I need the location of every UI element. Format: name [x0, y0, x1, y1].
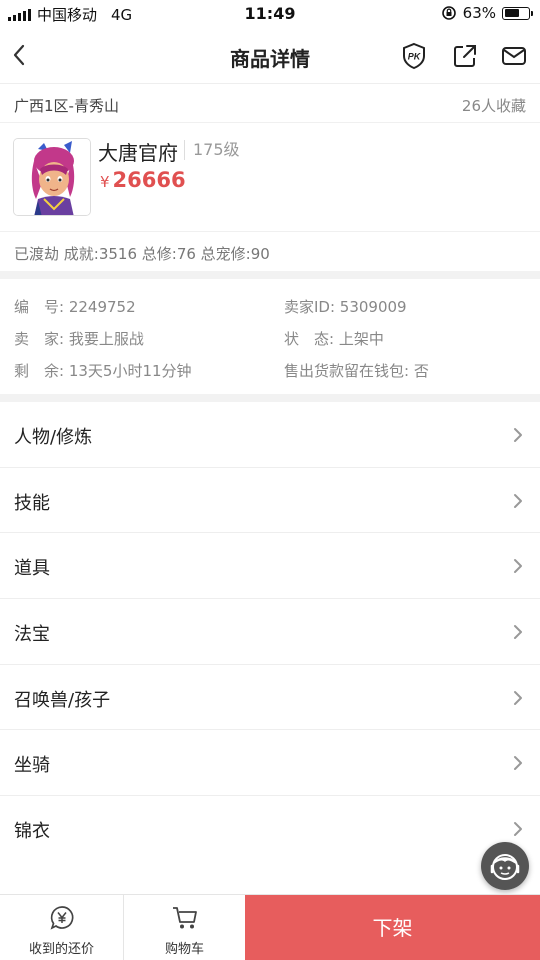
menu-item-label: 锦衣	[14, 821, 50, 843]
server-name: 广西1区-青秀山	[14, 97, 119, 115]
share-icon[interactable]	[451, 42, 479, 70]
server-row: 广西1区-青秀山 26人收藏	[0, 85, 540, 123]
menu-item-costumes[interactable]: 锦衣	[0, 796, 540, 862]
menu-item-skills[interactable]: 技能	[0, 468, 540, 534]
character-avatar[interactable]	[13, 138, 91, 216]
take-off-shelf-button[interactable]: 下架	[245, 895, 540, 960]
svg-text:PK: PK	[408, 52, 422, 62]
chevron-right-icon	[514, 690, 522, 705]
item-header: 大唐官府 175级 ¥26666	[0, 124, 540, 232]
item-price: ¥26666	[100, 168, 186, 192]
section-divider	[0, 271, 540, 279]
favorite-count: 26人收藏	[461, 97, 526, 115]
achievement-text: 已渡劫 成就:3516 总修:76 总宠修:90	[14, 245, 270, 263]
serial-number: 编 号: 2249752	[14, 298, 136, 316]
menu-item-label: 召唤兽/孩子	[14, 689, 111, 711]
currency-symbol: ¥	[100, 173, 110, 191]
character-portrait-icon	[14, 139, 90, 215]
item-name: 大唐官府	[98, 141, 178, 165]
mail-icon[interactable]	[500, 42, 528, 70]
listing-status: 状 态: 上架中	[284, 330, 384, 348]
chevron-right-icon	[514, 822, 522, 837]
battery-percent: 63%	[462, 4, 496, 22]
yen-bubble-icon	[50, 906, 73, 930]
wallet-setting: 售出货款留在钱包: 否	[284, 362, 429, 380]
remaining-time: 剩 余: 13天5小时11分钟	[14, 362, 192, 380]
pk-icon[interactable]: PK	[400, 42, 428, 70]
offers-button[interactable]: 收到的还价	[0, 895, 123, 960]
seller-id: 卖家ID: 5309009	[284, 298, 407, 316]
status-bar: 中国移动 4G 11:49 63%	[0, 0, 540, 28]
battery-icon	[502, 6, 533, 20]
detail-menu: 人物/修炼 技能 道具 法宝 召唤兽/孩子 坐骑 锦衣	[0, 402, 540, 862]
status-right: 63%	[441, 4, 533, 22]
price-value: 26666	[112, 168, 186, 192]
menu-item-items[interactable]: 道具	[0, 533, 540, 600]
chevron-right-icon	[514, 493, 522, 508]
chevron-right-icon	[514, 559, 522, 574]
item-level: 175级	[184, 140, 240, 160]
info-grid: 编 号: 2249752 卖家ID: 5309009 卖 家: 我要上服战 状 …	[0, 280, 540, 394]
section-divider	[0, 394, 540, 402]
menu-item-label: 道具	[14, 558, 50, 580]
rotation-lock-icon	[441, 6, 456, 20]
battery-fill	[504, 9, 519, 17]
chevron-right-icon	[514, 756, 522, 771]
customer-service-button[interactable]	[481, 842, 529, 890]
chevron-right-icon	[514, 625, 522, 640]
cart-icon	[172, 907, 197, 929]
menu-item-summons[interactable]: 召唤兽/孩子	[0, 665, 540, 731]
cart-button[interactable]: 购物车	[124, 895, 245, 960]
chevron-right-icon	[514, 428, 522, 442]
menu-item-treasures[interactable]: 法宝	[0, 599, 540, 665]
bottom-bar: 收到的还价 购物车 下架	[0, 894, 540, 960]
offers-label: 收到的还价	[28, 942, 94, 957]
menu-item-mounts[interactable]: 坐骑	[0, 730, 540, 797]
menu-item-character[interactable]: 人物/修炼	[0, 402, 540, 468]
menu-item-label: 坐骑	[14, 755, 50, 777]
menu-item-label: 法宝	[14, 624, 50, 646]
menu-item-label: 人物/修炼	[14, 427, 93, 448]
nav-bar: 商品详情 PK	[0, 28, 540, 84]
customer-service-icon	[490, 854, 520, 880]
menu-item-label: 技能	[14, 492, 50, 514]
seller-name: 卖 家: 我要上服战	[14, 330, 144, 348]
cart-label: 购物车	[164, 942, 204, 957]
achievement-row: 已渡劫 成就:3516 总修:76 总宠修:90	[0, 233, 540, 271]
